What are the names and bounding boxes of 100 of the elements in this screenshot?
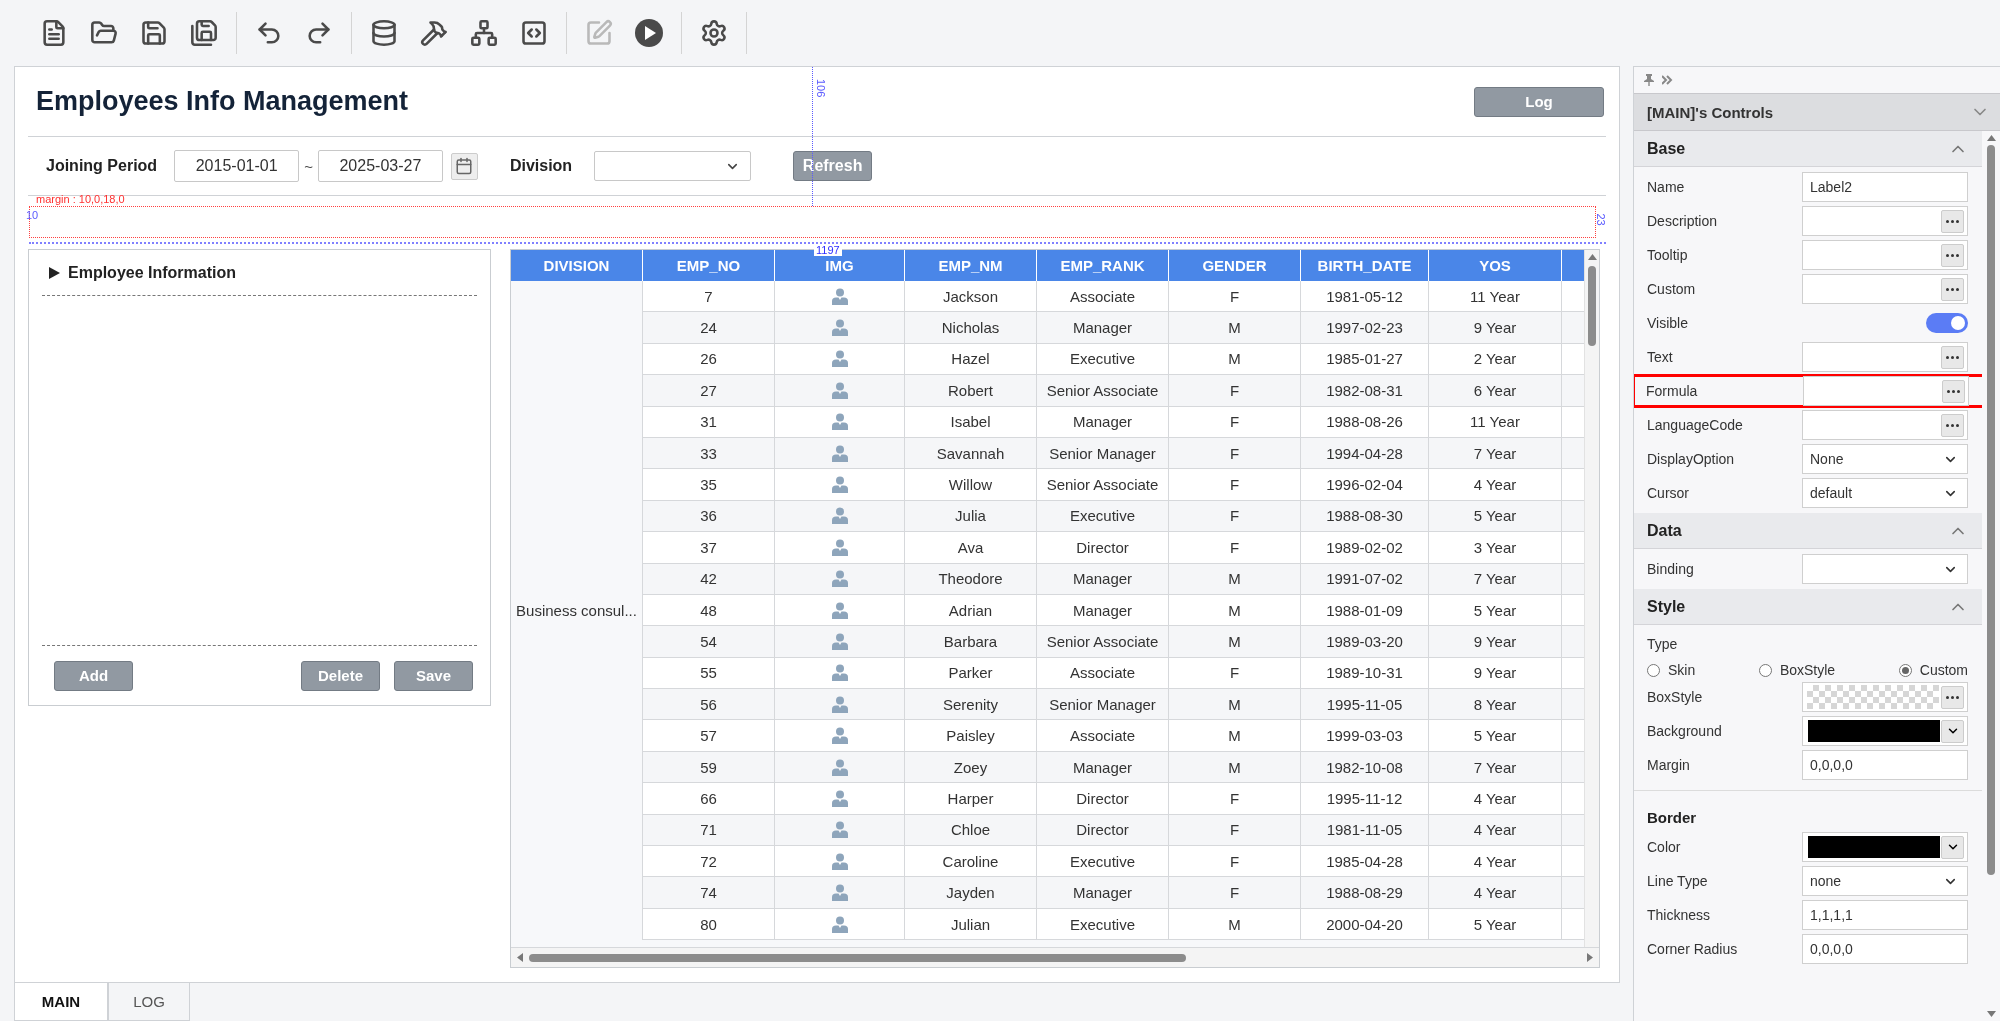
table-cell: F (1169, 500, 1301, 533)
dropdown-field[interactable] (1802, 554, 1968, 584)
text-field[interactable] (1802, 274, 1968, 304)
caret-icon[interactable] (49, 266, 60, 279)
dropdown-field[interactable]: none (1802, 866, 1968, 896)
person-icon (831, 601, 848, 619)
text-field[interactable] (1802, 206, 1968, 236)
table-cell (1562, 532, 1584, 564)
table-cell: 1996-02-04 (1301, 469, 1429, 501)
calendar-icon[interactable] (450, 152, 478, 180)
table-cell: 24 (643, 312, 775, 344)
scroll-down-arrow-icon[interactable] (1986, 1011, 1996, 1017)
radio-button[interactable] (1898, 663, 1912, 677)
date-field[interactable]: 2025-03-27 (317, 150, 443, 182)
text-field[interactable] (1803, 376, 1969, 406)
ellipsis-button[interactable] (1942, 379, 1965, 403)
color-picker[interactable] (1802, 716, 1968, 746)
table-cell (1562, 657, 1584, 690)
table-cell: 66 (643, 783, 775, 815)
section-header[interactable]: Style (1634, 589, 1982, 625)
table-cell: 48 (643, 594, 775, 627)
text-field[interactable] (1802, 240, 1968, 270)
radio-button[interactable] (1758, 663, 1772, 677)
dropdown-field[interactable]: None (1802, 444, 1968, 474)
more-icon (1946, 219, 1959, 223)
radio-button[interactable] (1647, 663, 1660, 677)
table-cell (1562, 594, 1584, 627)
text-field[interactable]: Label2 (1802, 172, 1968, 202)
table-cell: Manager (1037, 406, 1169, 438)
text-field[interactable] (1802, 342, 1968, 372)
table-cell: Manager (1037, 877, 1169, 909)
toggle-switch[interactable] (1926, 313, 1968, 333)
table-cell (1562, 720, 1584, 752)
horizontal-scrollbar[interactable] (511, 947, 1599, 967)
page-tab[interactable]: LOG (108, 983, 190, 1021)
radio-option[interactable]: BoxStyle (1758, 662, 1836, 678)
table-cell: Director (1037, 532, 1169, 564)
pin-icon[interactable] (1644, 74, 1654, 86)
text-field[interactable]: 1,1,1,1 (1802, 900, 1968, 930)
table-cell: 54 (643, 626, 775, 658)
table-cell: 57 (643, 720, 775, 752)
table-cell: F (1169, 437, 1301, 470)
person-icon (831, 476, 848, 494)
section-header[interactable]: Base (1634, 131, 1982, 167)
ellipsis-button[interactable] (1941, 209, 1964, 233)
table-cell (1562, 908, 1584, 941)
text-field[interactable]: 0,0,0,0 (1802, 750, 1968, 780)
table-cell: Associate (1037, 720, 1169, 752)
table-cell: Parker (905, 657, 1037, 690)
table-cell: 1988-08-26 (1301, 406, 1429, 438)
scroll-up-arrow-icon[interactable] (1587, 254, 1597, 260)
guide-label: margin : 10,0,18,0 (36, 194, 125, 205)
table-cell: Caroline (905, 846, 1037, 878)
table-cell: 36 (643, 500, 775, 533)
ellipsis-button[interactable] (1941, 685, 1964, 709)
radio-option[interactable]: Skin (1647, 662, 1696, 678)
text-field[interactable] (1802, 410, 1968, 440)
table-cell: 5 Year (1429, 500, 1562, 533)
dropdown-field[interactable]: default (1802, 478, 1968, 508)
pattern-field[interactable] (1802, 682, 1968, 712)
scroll-thumb[interactable] (1987, 145, 1995, 875)
color-picker[interactable] (1802, 832, 1968, 862)
dropdown-button[interactable] (1941, 835, 1964, 859)
section-header[interactable]: Data (1634, 513, 1982, 549)
page-tab[interactable]: MAIN (14, 983, 108, 1021)
property-label: Background (1647, 723, 1722, 739)
person-icon (831, 319, 848, 337)
table-cell: 72 (643, 846, 775, 878)
scroll-thumb[interactable] (529, 953, 1186, 962)
table-cell: Adrian (905, 594, 1037, 627)
dropdown-button[interactable] (1941, 719, 1964, 743)
property-label: Visible (1647, 315, 1688, 331)
ellipsis-button[interactable] (1941, 243, 1964, 267)
text-field[interactable]: 0,0,0,0 (1802, 934, 1968, 964)
table-cell: Jackson (905, 281, 1037, 313)
table-cell: 59 (643, 751, 775, 784)
ellipsis-button[interactable] (1941, 345, 1964, 369)
scroll-right-arrow-icon[interactable] (1587, 953, 1593, 962)
table-cell: Savannah (905, 437, 1037, 470)
scroll-up-arrow-icon[interactable] (1986, 135, 1996, 141)
guide-label: 106 (815, 79, 826, 98)
dropdown-value: default (1810, 485, 1853, 501)
table-cell: 1982-08-31 (1301, 375, 1429, 407)
scroll-thumb[interactable] (1588, 266, 1596, 346)
table-cell: M (1169, 751, 1301, 784)
table-cell: 1995-11-05 (1301, 689, 1429, 721)
ellipsis-button[interactable] (1941, 413, 1964, 437)
double-chevron-icon[interactable] (1662, 75, 1673, 85)
radio-option[interactable]: Custom (1898, 662, 1968, 678)
table-cell: 1999-03-03 (1301, 720, 1429, 752)
table-cell (1562, 846, 1584, 878)
vertical-scrollbar[interactable] (1584, 250, 1599, 947)
section-title: Employee Information (68, 263, 237, 282)
scroll-left-arrow-icon[interactable] (517, 953, 523, 962)
table-cell: Theodore (905, 563, 1037, 595)
date-field[interactable]: 2015-01-01 (174, 150, 300, 182)
table-cell: Julian (905, 908, 1037, 941)
table-cell: M (1169, 312, 1301, 344)
ellipsis-button[interactable] (1941, 277, 1964, 301)
table-cell: Senior Manager (1037, 689, 1169, 721)
